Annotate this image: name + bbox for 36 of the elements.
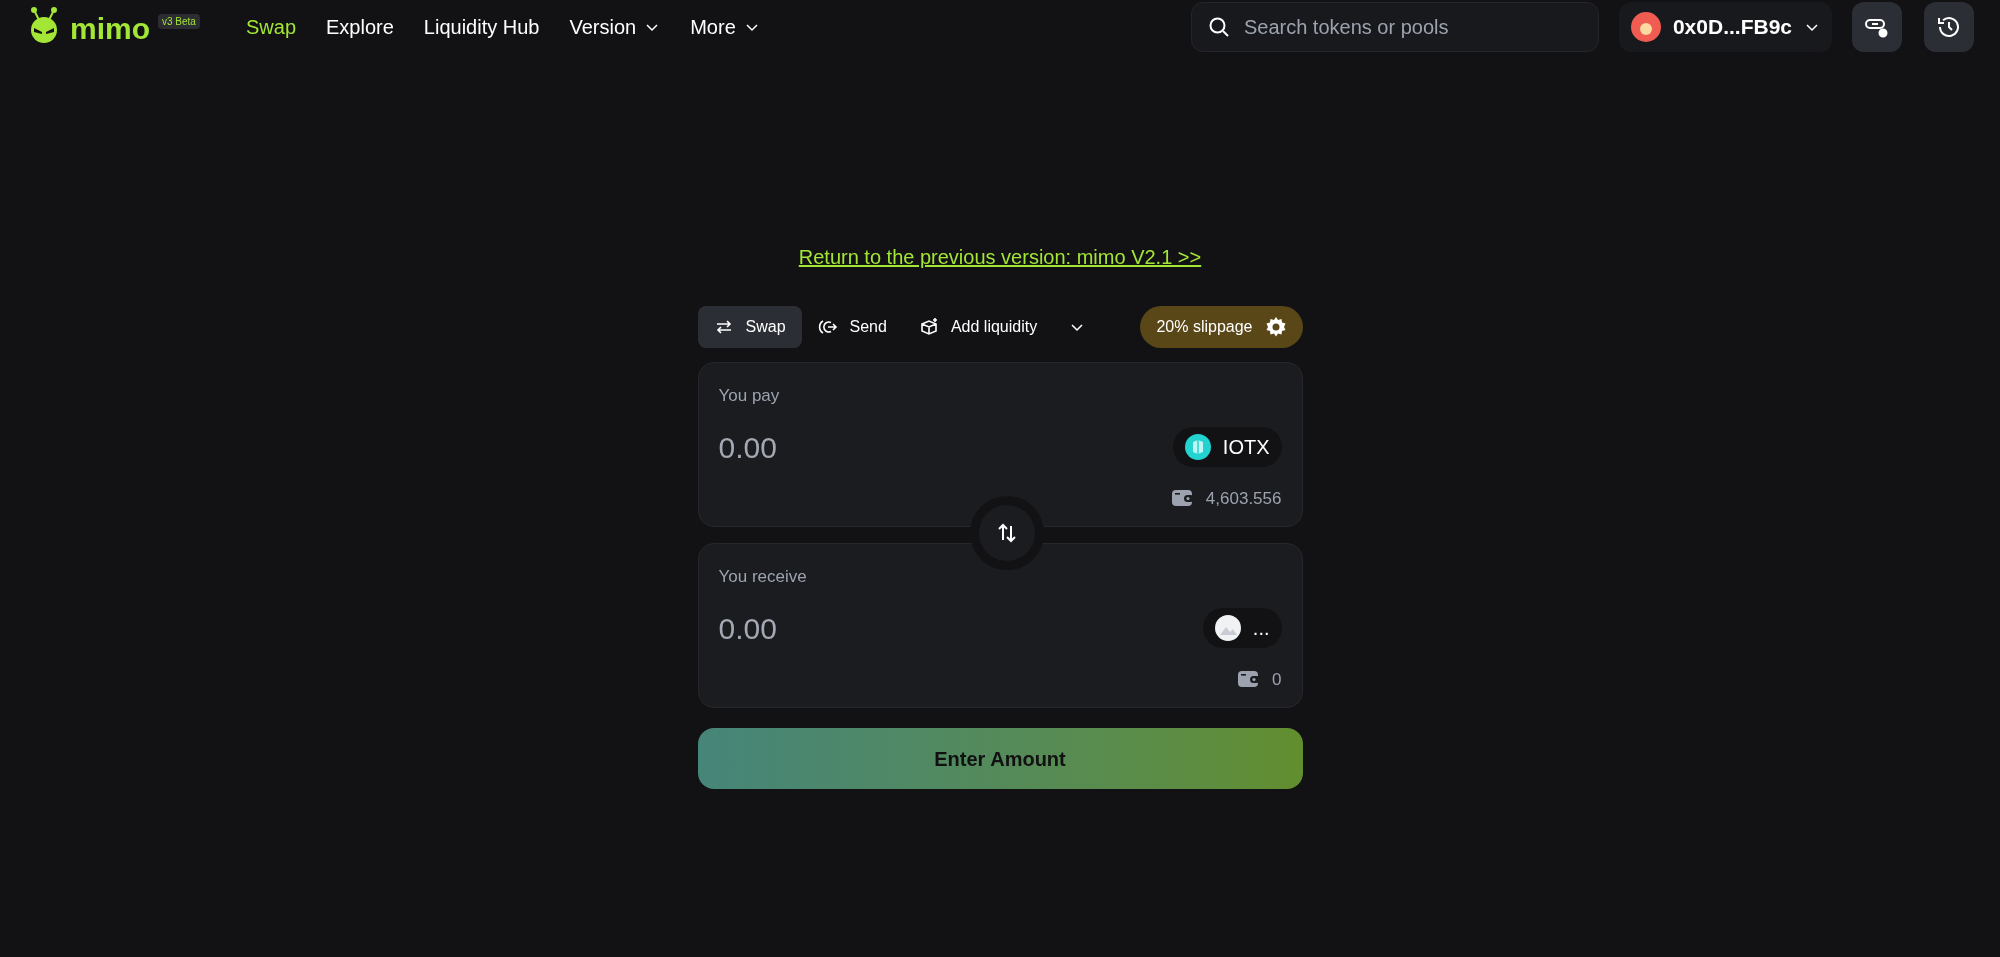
balance-text: 4,603.556 [1205, 487, 1282, 510]
nav-link[interactable]: Explore [326, 12, 394, 42]
history-button[interactable] [1924, 2, 1974, 52]
avatar-icon [1630, 12, 1661, 42]
panel-label: You pay [718, 385, 781, 407]
slippage-button[interactable]: 20% slippage [1140, 306, 1303, 348]
return-link[interactable]: Return to the previous version: mimo V2.1 >> [798, 242, 1202, 272]
flip-arrows-icon [996, 522, 1017, 544]
version-badge: v3 Beta [158, 14, 200, 29]
amount-field[interactable]: 0.00 [718, 424, 1019, 470]
wallet-button[interactable]: 0x0D...FB9c [1618, 2, 1832, 52]
wallet-icon [1238, 670, 1261, 689]
nav-link[interactable]: Swap [246, 12, 297, 42]
submit-button[interactable]: Enter Amount [697, 728, 1303, 789]
settings-button[interactable] [1852, 2, 1902, 52]
wallet-icon [1171, 489, 1194, 508]
search-icon [1206, 15, 1231, 39]
nav-link[interactable]: Liquidity Hub [423, 12, 540, 42]
token-icon [1184, 434, 1211, 460]
history-icon [1936, 14, 1962, 40]
send-icon [817, 317, 838, 337]
token-selector[interactable]: ... [1202, 608, 1282, 648]
mode-tab[interactable]: Add liquidity [902, 306, 1054, 348]
panel-label: You receive [718, 566, 808, 588]
balance-text: 0 [1272, 668, 1282, 691]
nav-link[interactable]: More [690, 12, 760, 42]
nav-link[interactable]: Version [569, 12, 661, 42]
mode-tab[interactable]: Swap [697, 306, 802, 348]
logo-text: mimo [70, 11, 150, 47]
amount-field[interactable]: 0.00 [718, 605, 1019, 651]
search-field[interactable]: Search tokens or pools [1190, 2, 1599, 52]
token-selector[interactable]: IOTX [1172, 427, 1282, 467]
token-icon [1214, 615, 1241, 641]
mode-tab[interactable]: Send [801, 306, 903, 348]
settings-icon [1264, 316, 1287, 338]
box-plus-icon [918, 317, 939, 337]
